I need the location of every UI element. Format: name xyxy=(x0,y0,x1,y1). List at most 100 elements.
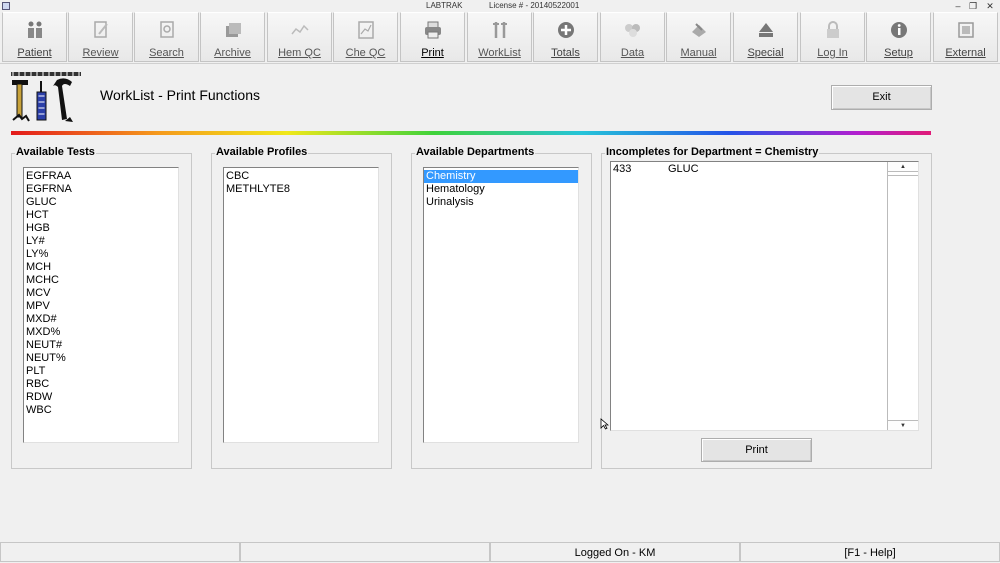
toolbar-button-hem-qc[interactable]: Hem QC xyxy=(267,12,332,62)
toolbar-button-print[interactable]: Print xyxy=(400,12,465,62)
toolbar-button-data[interactable]: Data xyxy=(600,12,665,62)
toolbar-label: Totals xyxy=(551,47,580,59)
toolbar-label: Print xyxy=(421,47,444,59)
help-hint: [F1 - Help] xyxy=(740,542,1000,562)
toolbar-label: External xyxy=(945,47,986,59)
close-icon[interactable]: ✕ xyxy=(983,0,997,12)
test-code: GLUC xyxy=(668,163,699,175)
mouse-cursor-icon xyxy=(600,418,610,433)
accession-number: 433 xyxy=(613,163,632,175)
toolbar-label: Data xyxy=(620,47,645,59)
review-icon xyxy=(91,20,111,43)
rainbow-divider xyxy=(11,131,931,135)
toolbar-label: Hem QC xyxy=(278,47,321,59)
available-departments-list[interactable]: Chemistry Hematology Urinalysis xyxy=(423,167,579,443)
list-item[interactable]: CBC xyxy=(224,170,378,183)
toolbar-label: Patient xyxy=(17,47,52,59)
incompletes-title: Incompletes for Department = Chemistry xyxy=(605,146,820,158)
status-bar: Logged On - KM [F1 - Help] xyxy=(0,541,1000,563)
license-number: License # - 20140522001 xyxy=(489,1,580,10)
page-title: WorkList - Print Functions xyxy=(100,87,261,103)
scroll-thumb[interactable] xyxy=(888,172,918,176)
toolbar-button-totals[interactable]: Totals xyxy=(533,12,598,62)
che-qc-icon xyxy=(356,20,376,43)
list-item[interactable]: GLUC xyxy=(24,196,178,209)
list-item[interactable]: Hematology xyxy=(424,183,578,196)
list-item[interactable]: MCH xyxy=(24,261,178,274)
hem-qc-icon xyxy=(290,20,310,43)
toolbar-button-review[interactable]: Review xyxy=(68,12,133,62)
available-tests-title: Available Tests xyxy=(15,146,96,158)
title-bar: LABTRAK License # - 20140522001 – ❐ ✕ xyxy=(0,0,1000,12)
toolbar-label: Search xyxy=(149,47,184,59)
print-icon xyxy=(423,20,443,43)
available-profiles-list[interactable]: CBC METHLYTE8 xyxy=(223,167,379,443)
toolbar-label: Che QC xyxy=(345,47,386,59)
logged-on-status: Logged On - KM xyxy=(490,542,740,562)
status-panel-1 xyxy=(0,542,240,562)
toolbar-button-archive[interactable]: Archive xyxy=(200,12,265,62)
toolbar-button-worklist[interactable]: WorkList xyxy=(467,12,532,62)
list-item[interactable]: HCT xyxy=(24,209,178,222)
table-row[interactable]: 433 GLUC xyxy=(611,162,918,176)
scroll-down-icon[interactable]: ▼ xyxy=(888,420,918,430)
toolbar-button-patient[interactable]: Patient xyxy=(2,12,67,62)
toolbar-button-log-in[interactable]: Log In xyxy=(800,12,865,62)
list-item[interactable]: EGFRAA xyxy=(24,170,178,183)
lock-icon xyxy=(823,20,843,43)
list-item[interactable]: LY% xyxy=(24,248,178,261)
toolbar-label: Setup xyxy=(884,47,913,59)
restore-icon[interactable]: ❐ xyxy=(966,0,980,12)
status-panel-2 xyxy=(240,542,490,562)
toolbar-label: Archive xyxy=(214,47,251,59)
list-item[interactable]: MXD% xyxy=(24,326,178,339)
incompletes-list[interactable]: 433 GLUC ▲ ▼ xyxy=(610,161,919,431)
scroll-up-icon[interactable]: ▲ xyxy=(888,162,918,172)
search-icon xyxy=(157,20,177,43)
list-item[interactable]: NEUT# xyxy=(24,339,178,352)
list-item[interactable]: WBC xyxy=(24,404,178,417)
worklist-logo-icon xyxy=(10,72,82,128)
main-toolbar: Patient Review Search Archive Hem QC Che… xyxy=(0,12,1000,64)
totals-icon xyxy=(556,20,576,43)
list-item[interactable]: MXD# xyxy=(24,313,178,326)
info-icon xyxy=(889,20,909,43)
window-title: LABTRAK xyxy=(426,1,463,10)
toolbar-label: Review xyxy=(82,47,119,59)
data-icon xyxy=(623,20,643,43)
toolbar-label: Manual xyxy=(680,47,717,59)
list-item[interactable]: Urinalysis xyxy=(424,196,578,209)
available-tests-list[interactable]: EGFRAA EGFRNA GLUC HCT HGB LY# LY% MCH M… xyxy=(23,167,179,443)
list-item[interactable]: NEUT% xyxy=(24,352,178,365)
list-item[interactable]: METHLYTE8 xyxy=(224,183,378,196)
archive-icon xyxy=(223,20,243,43)
toolbar-button-setup[interactable]: Setup xyxy=(866,12,931,62)
list-item-selected[interactable]: Chemistry xyxy=(424,170,578,183)
exit-button[interactable]: Exit xyxy=(831,85,932,110)
toolbar-button-special[interactable]: Special xyxy=(733,12,798,62)
list-item[interactable]: HGB xyxy=(24,222,178,235)
toolbar-label: Special xyxy=(747,47,784,59)
manual-icon xyxy=(689,20,709,43)
list-item[interactable]: EGFRNA xyxy=(24,183,178,196)
list-item[interactable]: RBC xyxy=(24,378,178,391)
list-item[interactable]: MCV xyxy=(24,287,178,300)
list-item[interactable]: RDW xyxy=(24,391,178,404)
list-item[interactable]: PLT xyxy=(24,365,178,378)
toolbar-button-search[interactable]: Search xyxy=(134,12,199,62)
incompletes-scrollbar[interactable]: ▲ ▼ xyxy=(887,162,918,430)
list-item[interactable]: LY# xyxy=(24,235,178,248)
print-button[interactable]: Print xyxy=(701,438,812,462)
toolbar-button-external[interactable]: External xyxy=(933,12,998,62)
toolbar-button-che-qc[interactable]: Che QC xyxy=(333,12,398,62)
available-profiles-title: Available Profiles xyxy=(215,146,309,158)
worklist-icon xyxy=(490,20,510,43)
patient-icon xyxy=(25,20,45,43)
list-item[interactable]: MPV xyxy=(24,300,178,313)
external-icon xyxy=(956,20,976,43)
toolbar-button-manual[interactable]: Manual xyxy=(666,12,731,62)
list-item[interactable]: MCHC xyxy=(24,274,178,287)
minimize-icon[interactable]: – xyxy=(951,0,965,12)
special-icon xyxy=(756,20,776,43)
toolbar-label: WorkList xyxy=(478,47,521,59)
